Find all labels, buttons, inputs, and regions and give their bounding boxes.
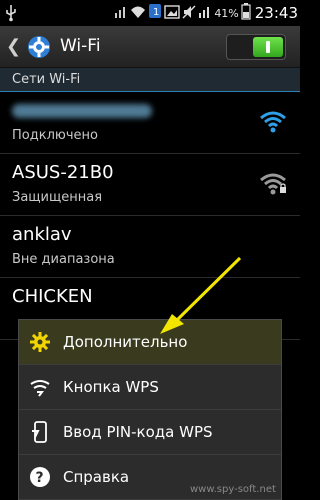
back-chevron-icon[interactable]: ❮ bbox=[6, 36, 21, 57]
network-status: Защищенная bbox=[12, 190, 103, 205]
help-icon: ? bbox=[29, 466, 51, 488]
menu-item-advanced[interactable]: Дополнительно bbox=[19, 320, 281, 365]
svg-text:1: 1 bbox=[153, 7, 159, 18]
network-status: Вне диапазона bbox=[12, 252, 115, 267]
menu-item-label: Ввод PIN-кода WPS bbox=[63, 423, 213, 441]
settings-gear-icon[interactable] bbox=[24, 32, 54, 62]
wifi-signal-strong-icon bbox=[258, 110, 288, 134]
pin-wps-icon bbox=[29, 421, 51, 443]
network-name: CHICKEN bbox=[12, 286, 93, 307]
action-bar: ❮ Wi-Fi bbox=[0, 26, 300, 68]
network-status: Подключено bbox=[12, 128, 98, 143]
menu-item-label: Справка bbox=[63, 468, 130, 486]
section-title: Сети Wi-Fi bbox=[12, 72, 81, 87]
menu-item-label: Дополнительно bbox=[63, 333, 188, 351]
menu-item-label: Кнопка WPS bbox=[63, 378, 159, 396]
battery-percent: 41% bbox=[214, 6, 239, 20]
battery-icon bbox=[241, 2, 251, 24]
menu-item-wps-button[interactable]: Кнопка WPS bbox=[19, 365, 281, 410]
network-name: anklav bbox=[12, 224, 72, 245]
network-item[interactable]: Подключено bbox=[0, 92, 300, 154]
watermark: www.spy-soft.net bbox=[190, 484, 276, 495]
wifi-signal-locked-icon bbox=[258, 172, 288, 196]
page-title: Wi-Fi bbox=[60, 36, 101, 56]
network-item[interactable]: anklav Вне диапазона bbox=[0, 216, 300, 278]
network-item[interactable]: ASUS-21B0 Защищенная bbox=[0, 154, 300, 216]
options-menu: Дополнительно Кнопка WPS Ввод PIN-кода W… bbox=[18, 319, 282, 500]
network-name: ASUS-21B0 bbox=[12, 162, 114, 183]
notification-icon: 1 bbox=[148, 3, 162, 23]
signal-icon bbox=[114, 3, 128, 23]
usb-icon bbox=[4, 4, 18, 26]
status-bar: 1 41% 23:43 bbox=[0, 0, 300, 26]
gear-icon bbox=[29, 331, 51, 353]
svg-text:?: ? bbox=[36, 470, 44, 486]
mobile-signal-icon bbox=[198, 3, 212, 23]
clock: 23:43 bbox=[254, 4, 298, 22]
mute-icon bbox=[182, 4, 196, 23]
wifi-toggle[interactable] bbox=[226, 34, 286, 60]
image-icon bbox=[164, 4, 181, 23]
obscured-network-name bbox=[12, 104, 152, 118]
menu-item-wps-pin[interactable]: Ввод PIN-кода WPS bbox=[19, 410, 281, 455]
wifi-icon bbox=[130, 4, 146, 23]
wps-icon bbox=[29, 376, 51, 398]
toggle-knob bbox=[253, 37, 283, 57]
section-header: Сети Wi-Fi bbox=[0, 68, 300, 92]
